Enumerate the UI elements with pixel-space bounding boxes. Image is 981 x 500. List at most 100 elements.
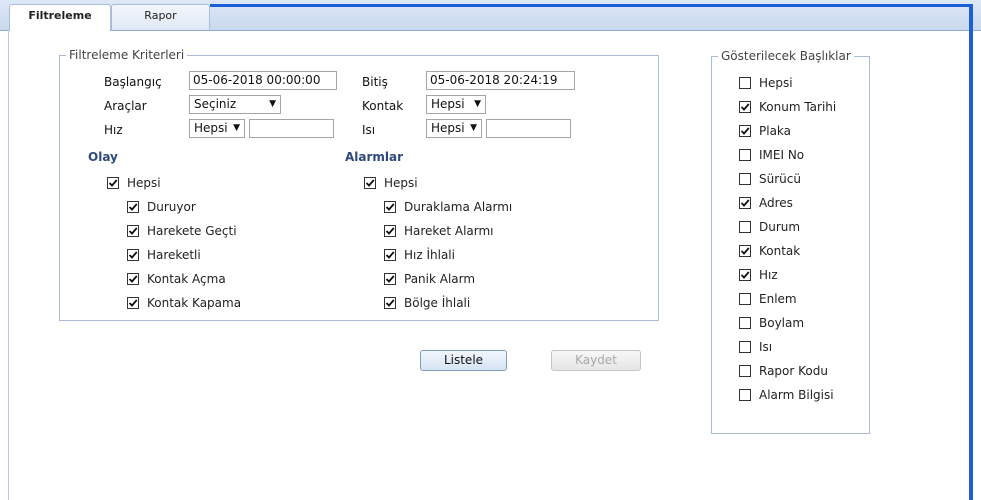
save-button[interactable]: Kaydet (551, 350, 641, 371)
checkbox-label: Plaka (759, 124, 792, 138)
speed-operator-value: Hepsi (194, 121, 228, 135)
checkbox[interactable] (739, 77, 751, 89)
checkbox[interactable] (739, 245, 751, 257)
checkmark-icon (740, 247, 750, 255)
checkmark-icon (365, 179, 375, 187)
window-border-top (210, 4, 973, 7)
temperature-label: Isı (362, 123, 376, 137)
checkbox[interactable] (384, 225, 396, 237)
checkbox[interactable] (739, 365, 751, 377)
checkbox[interactable] (127, 297, 139, 309)
end-date-label: Bitiş (362, 75, 388, 89)
vehicles-select[interactable]: Seçiniz ▼ (189, 95, 281, 114)
checkbox[interactable] (739, 269, 751, 281)
checkbox-label: Duruyor (147, 200, 196, 214)
checkmark-icon (385, 275, 395, 283)
temperature-value-input[interactable] (486, 119, 571, 138)
window-border-right (969, 6, 973, 500)
checkbox-label: Adres (759, 196, 793, 210)
vehicles-label: Araçlar (104, 99, 147, 113)
checkbox[interactable] (127, 225, 139, 237)
tab-filtreleme[interactable]: Filtreleme (9, 4, 111, 31)
checkbox-label: Alarm Bilgisi (759, 388, 834, 402)
checkmark-icon (385, 227, 395, 235)
checkbox[interactable] (739, 197, 751, 209)
checkmark-icon (108, 179, 118, 187)
checkbox-label: Panik Alarm (404, 272, 476, 286)
checkbox[interactable] (739, 389, 751, 401)
checkbox-label: Boylam (759, 316, 805, 330)
checkmark-icon (740, 271, 750, 279)
checkbox-label: Enlem (759, 292, 797, 306)
checkbox-label: Hareketli (147, 248, 201, 262)
speed-label: Hız (104, 123, 123, 137)
visible-columns-legend: Gösterilecek Başlıklar (721, 49, 851, 63)
contact-select[interactable]: Hepsi ▼ (426, 95, 486, 114)
vehicles-select-value: Seçiniz (194, 97, 237, 111)
checkbox-label: Konum Tarihi (759, 100, 837, 114)
chevron-down-icon: ▼ (269, 99, 276, 109)
checkbox-label: Isı (759, 340, 773, 354)
end-date-input[interactable]: 05-06-2018 20:24:19 (426, 71, 575, 90)
checkbox[interactable] (384, 201, 396, 213)
chevron-down-icon: ▼ (470, 123, 477, 133)
checkbox-label: Hız İhlali (404, 248, 455, 262)
checkbox[interactable] (384, 249, 396, 261)
checkbox[interactable] (739, 101, 751, 113)
temperature-operator-value: Hepsi (431, 121, 465, 135)
list-button[interactable]: Listele (420, 350, 507, 371)
checkbox-label: Hareket Alarmı (404, 224, 494, 238)
speed-value-input[interactable] (249, 119, 334, 138)
checkmark-icon (128, 203, 138, 211)
alarms-section-title: Alarmlar (345, 150, 404, 164)
checkbox-label: Hepsi (384, 176, 418, 190)
checkbox-label: Hız (759, 268, 778, 282)
temperature-operator-select[interactable]: Hepsi ▼ (426, 119, 482, 138)
checkbox-label: Duraklama Alarmı (404, 200, 513, 214)
checkmark-icon (385, 203, 395, 211)
checkbox-label: IMEI No (759, 148, 805, 162)
checkbox[interactable] (384, 297, 396, 309)
checkmark-icon (385, 299, 395, 307)
checkbox[interactable] (739, 149, 751, 161)
checkbox-label: Kontak Kapama (147, 296, 242, 310)
contact-select-value: Hepsi (431, 97, 465, 111)
checkbox-label: Hepsi (127, 176, 161, 190)
checkbox-label: Hepsi (759, 76, 793, 90)
checkbox-label: Durum (759, 220, 801, 234)
speed-operator-select[interactable]: Hepsi ▼ (189, 119, 245, 138)
checkbox-label: Sürücü (759, 172, 801, 186)
checkbox[interactable] (364, 177, 376, 189)
checkbox-label: Kontak (759, 244, 801, 258)
checkbox[interactable] (127, 273, 139, 285)
checkbox[interactable] (739, 293, 751, 305)
checkmark-icon (740, 127, 750, 135)
checkbox-label: Bölge İhlali (404, 296, 471, 310)
checkmark-icon (740, 103, 750, 111)
checkbox[interactable] (739, 221, 751, 233)
checkmark-icon (128, 227, 138, 235)
checkbox[interactable] (739, 125, 751, 137)
checkbox[interactable] (127, 249, 139, 261)
checkmark-icon (128, 299, 138, 307)
checkbox-label: Harekete Geçti (147, 224, 237, 238)
checkmark-icon (385, 251, 395, 259)
checkmark-icon (128, 251, 138, 259)
checkbox[interactable] (107, 177, 119, 189)
checkbox[interactable] (739, 317, 751, 329)
start-date-label: Başlangıç (104, 75, 162, 89)
chevron-down-icon: ▼ (474, 99, 481, 109)
checkbox-label: Kontak Açma (147, 272, 226, 286)
checkmark-icon (740, 199, 750, 207)
checkbox[interactable] (739, 173, 751, 185)
checkmark-icon (128, 275, 138, 283)
contact-label: Kontak (362, 99, 404, 113)
checkbox-label: Rapor Kodu (759, 364, 828, 378)
start-date-input[interactable]: 05-06-2018 00:00:00 (189, 71, 337, 90)
tab-rapor[interactable]: Rapor (111, 4, 210, 30)
checkbox[interactable] (127, 201, 139, 213)
checkbox[interactable] (739, 341, 751, 353)
checkbox[interactable] (384, 273, 396, 285)
chevron-down-icon: ▼ (233, 123, 240, 133)
filter-criteria-legend: Filtreleme Kriterleri (69, 48, 185, 62)
